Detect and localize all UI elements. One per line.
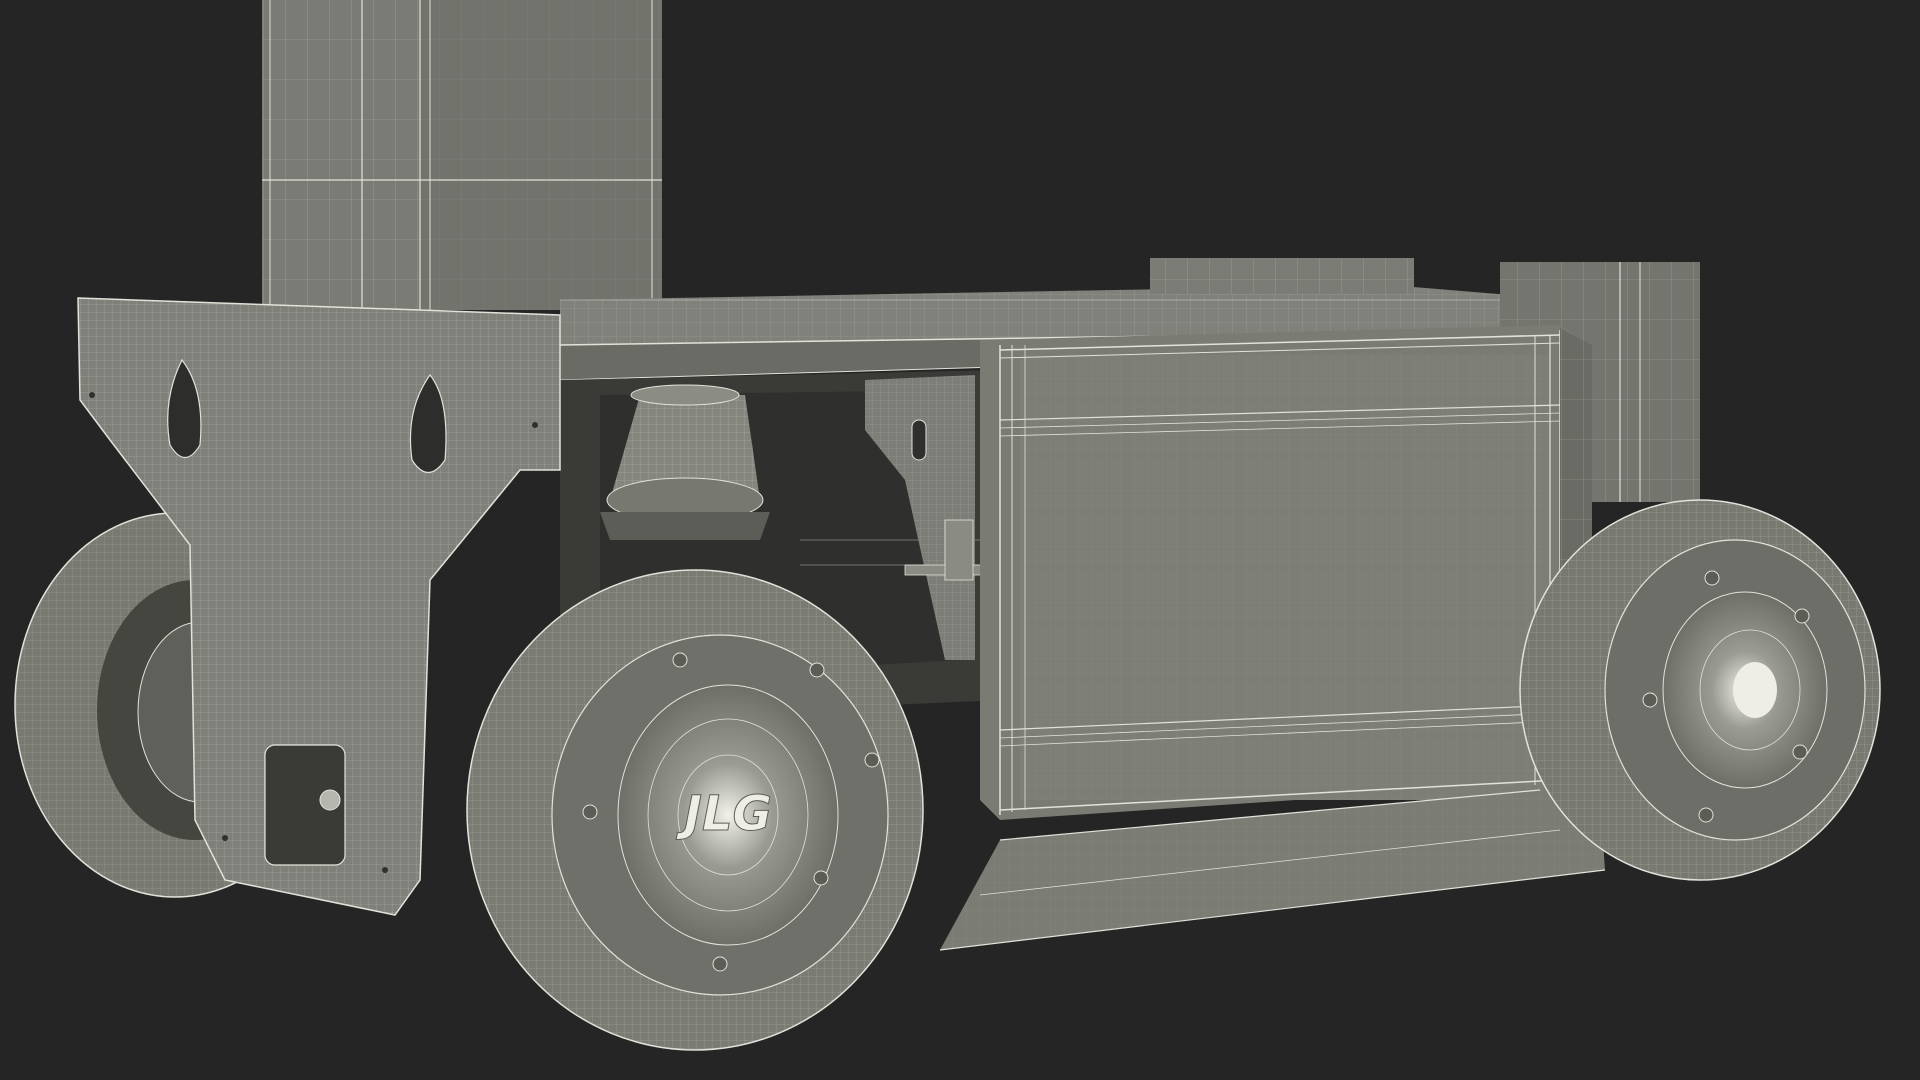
hub-logo: JLG (676, 786, 772, 842)
render-viewport: JLG (0, 0, 1920, 1080)
side-panel-box (980, 325, 1592, 820)
right-wheel (1519, 499, 1881, 881)
mast-column (262, 0, 662, 310)
front-center-wheel: JLG (466, 569, 924, 1051)
wireframe-lift-render: JLG (14, 0, 1881, 1051)
